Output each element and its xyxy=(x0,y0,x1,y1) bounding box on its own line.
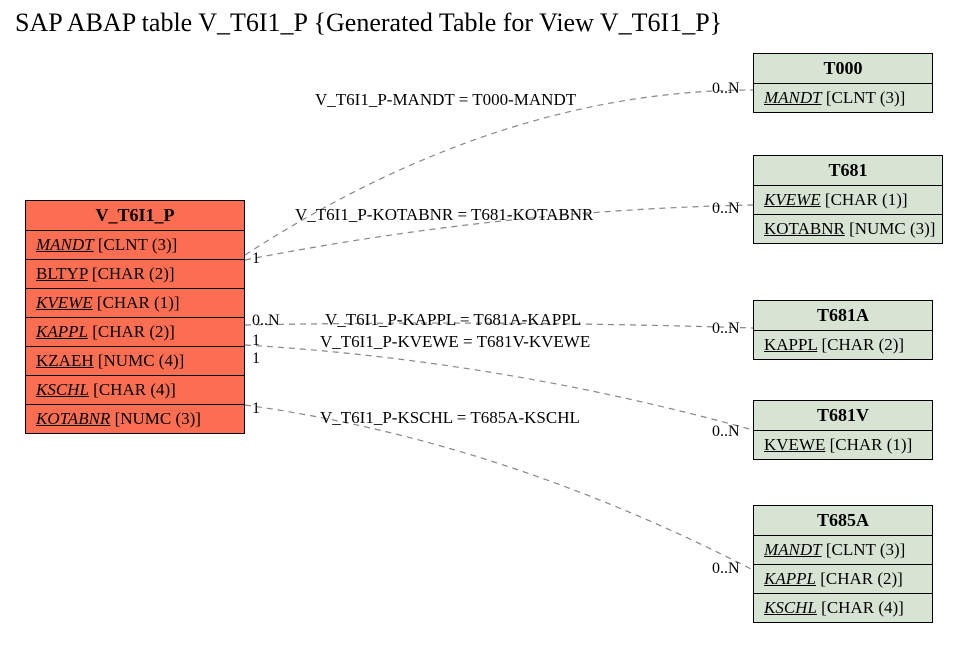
cardinality-right-t681a: 0..N xyxy=(712,320,740,338)
cardinality-right-t681v: 0..N xyxy=(712,423,740,441)
entity-t681v: T681V KVEWE [CHAR (1)] xyxy=(753,400,933,460)
relation-label-t681a: V_T6I1_P-KAPPL = T681A-KAPPL xyxy=(325,310,581,330)
field-kotabnr: KOTABNR [NUMC (3)] xyxy=(26,405,244,433)
entity-name: T685A xyxy=(754,506,932,536)
field-kschl: KSCHL [CHAR (4)] xyxy=(754,594,932,622)
cardinality-right-t000: 0..N xyxy=(712,80,740,98)
entity-t000: T000 MANDT [CLNT (3)] xyxy=(753,53,933,113)
cardinality-left-t681: 1 xyxy=(252,250,260,268)
entity-t681a: T681A KAPPL [CHAR (2)] xyxy=(753,300,933,360)
entity-v-t6i1-p: V_T6I1_P MANDT [CLNT (3)] BLTYP [CHAR (2… xyxy=(25,200,245,434)
field-kvewe: KVEWE [CHAR (1)] xyxy=(26,289,244,318)
entity-name: T000 xyxy=(754,54,932,84)
field-kzaeh: KZAEH [NUMC (4)] xyxy=(26,347,244,376)
entity-name: T681A xyxy=(754,301,932,331)
relation-label-t685a: V_T6I1_P-KSCHL = T685A-KSCHL xyxy=(320,408,580,428)
relation-label-t681v: V_T6I1_P-KVEWE = T681V-KVEWE xyxy=(320,332,590,352)
field-kappl: KAPPL [CHAR (2)] xyxy=(754,331,932,359)
field-mandt: MANDT [CLNT (3)] xyxy=(754,84,932,112)
field-kotabnr: KOTABNR [NUMC (3)] xyxy=(754,215,942,243)
field-kschl: KSCHL [CHAR (4)] xyxy=(26,376,244,405)
field-kappl: KAPPL [CHAR (2)] xyxy=(754,565,932,594)
relation-label-t681: V_T6I1_P-KOTABNR = T681-KOTABNR xyxy=(295,205,593,225)
entity-name: T681V xyxy=(754,401,932,431)
field-bltyp: BLTYP [CHAR (2)] xyxy=(26,260,244,289)
field-kappl: KAPPL [CHAR (2)] xyxy=(26,318,244,347)
cardinality-left-t685a: 1 xyxy=(252,400,260,418)
entity-t681: T681 KVEWE [CHAR (1)] KOTABNR [NUMC (3)] xyxy=(753,155,943,244)
field-kvewe: KVEWE [CHAR (1)] xyxy=(754,431,932,459)
entity-name: T681 xyxy=(754,156,942,186)
cardinality-left-extra: 1 xyxy=(252,350,260,368)
field-kvewe: KVEWE [CHAR (1)] xyxy=(754,186,942,215)
relation-label-t000: V_T6I1_P-MANDT = T000-MANDT xyxy=(315,90,576,110)
cardinality-right-t681: 0..N xyxy=(712,200,740,218)
page-title: SAP ABAP table V_T6I1_P {Generated Table… xyxy=(15,8,722,38)
cardinality-left-t681v: 1 xyxy=(252,332,260,350)
field-mandt: MANDT [CLNT (3)] xyxy=(754,536,932,565)
entity-t685a: T685A MANDT [CLNT (3)] KAPPL [CHAR (2)] … xyxy=(753,505,933,623)
field-mandt: MANDT [CLNT (3)] xyxy=(26,231,244,260)
cardinality-right-t685a: 0..N xyxy=(712,560,740,578)
cardinality-left-t681a: 0..N xyxy=(252,312,280,330)
entity-name: V_T6I1_P xyxy=(26,201,244,231)
